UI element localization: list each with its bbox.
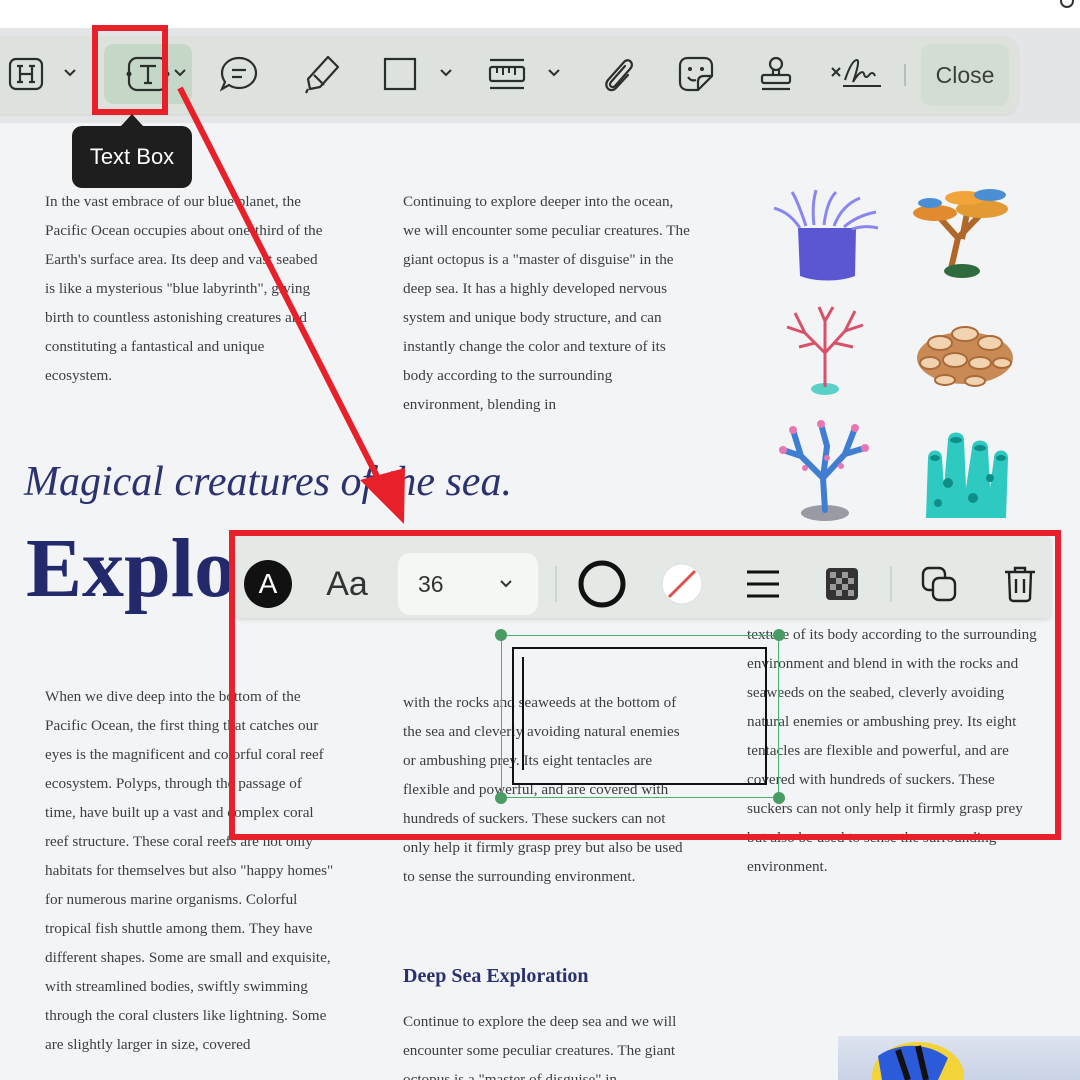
comment-button[interactable] bbox=[216, 44, 262, 104]
sticker-button[interactable] bbox=[674, 44, 718, 104]
text-box-tooltip: Text Box bbox=[72, 126, 192, 188]
text-box-chevron-down-icon[interactable] bbox=[172, 64, 188, 80]
window-corner-icon bbox=[1060, 0, 1074, 8]
paragraph-octopus: Continuing to explore deeper into the oc… bbox=[403, 193, 690, 413]
section-heading: Deep Sea Exploration bbox=[403, 965, 589, 987]
orange-coral-image bbox=[913, 189, 1008, 278]
anemone-image bbox=[773, 189, 879, 281]
highlighter-button[interactable] bbox=[300, 44, 344, 104]
stamp-button[interactable] bbox=[756, 44, 796, 104]
heading-chevron-down-icon[interactable] bbox=[62, 64, 78, 80]
shape-button[interactable] bbox=[380, 44, 420, 104]
annotation-highlight-format-area bbox=[229, 530, 1061, 840]
tropical-fish-image bbox=[838, 1036, 1080, 1080]
highlighter-icon bbox=[305, 55, 340, 94]
blue-coral-image bbox=[779, 420, 869, 521]
close-button[interactable]: Close bbox=[921, 44, 1009, 106]
measure-button[interactable] bbox=[484, 44, 530, 104]
stamp-icon bbox=[760, 56, 792, 91]
window-top-strip bbox=[0, 0, 1080, 28]
signature-icon bbox=[831, 58, 881, 87]
red-coral-image bbox=[786, 306, 864, 395]
rectangle-icon bbox=[383, 57, 417, 91]
shape-chevron-down-icon[interactable] bbox=[438, 64, 454, 80]
ruler-icon bbox=[488, 58, 526, 90]
measure-chevron-down-icon[interactable] bbox=[546, 64, 562, 80]
signature-button[interactable] bbox=[828, 44, 884, 104]
paperclip-icon bbox=[605, 59, 633, 92]
document-title: Explo bbox=[26, 522, 237, 615]
toolbar-separator bbox=[904, 64, 906, 86]
document-subtitle: Magical creatures of the sea. bbox=[24, 459, 512, 505]
sticker-icon bbox=[678, 56, 714, 92]
coral-image-grid bbox=[770, 178, 1020, 523]
annotation-highlight-textbox-tool bbox=[92, 25, 168, 115]
tooltip-arrow bbox=[121, 114, 143, 126]
heading-icon bbox=[8, 57, 44, 91]
attachment-button[interactable] bbox=[598, 44, 638, 104]
comment-icon bbox=[219, 56, 258, 92]
heading-button[interactable] bbox=[4, 44, 48, 104]
paragraph-deep-sea: Continue to explore the deep sea and we … bbox=[403, 1013, 677, 1080]
teal-coral-image bbox=[926, 432, 1008, 518]
tan-coral-image bbox=[917, 326, 1013, 387]
fish-icon bbox=[872, 1042, 964, 1080]
paragraph-intro: In the vast embrace of our blue planet, … bbox=[45, 193, 323, 384]
